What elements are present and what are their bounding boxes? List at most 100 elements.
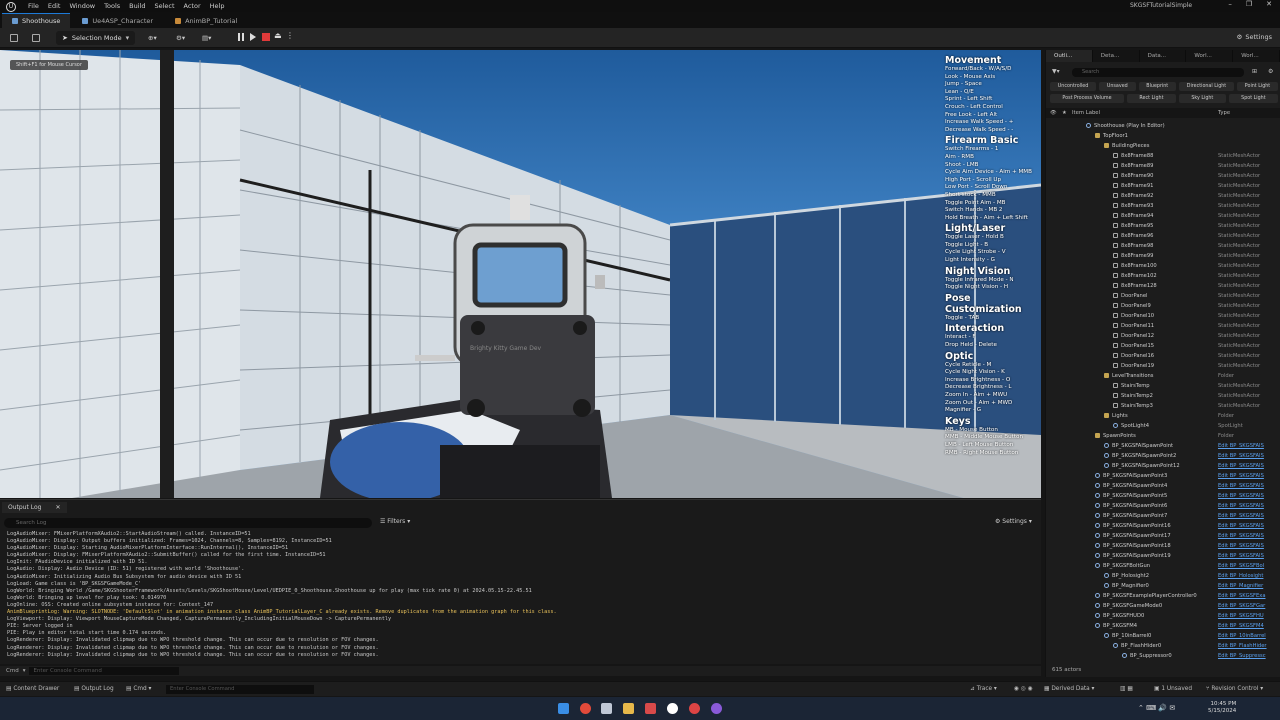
outliner-row[interactable]: BP_Holosight2 Edit BP_Holosight (1046, 571, 1280, 581)
filter-button[interactable]: Rect Light (1126, 94, 1176, 103)
outliner-row[interactable]: DoorPanel19 StaticMeshActor (1046, 361, 1280, 371)
eject-icon[interactable]: ⏏ (274, 31, 284, 41)
revision-control-button[interactable]: ⑂ Revision Control ▾ (1206, 686, 1263, 692)
tab-ue4asp-character[interactable]: Ue4ASP_Character (72, 13, 163, 28)
chrome-icon[interactable] (689, 703, 700, 714)
col-type[interactable]: Type (1218, 110, 1230, 116)
edit-blueprint-link[interactable]: Edit BP_SKGSFAIS (1218, 461, 1264, 471)
filter-button[interactable]: Spot Light (1228, 94, 1278, 103)
edit-blueprint-link[interactable]: Edit BP_FlashHider (1218, 641, 1267, 651)
menu-window[interactable]: Window (69, 2, 95, 10)
add-filter-icon[interactable]: ⊞ (1252, 68, 1257, 75)
outliner-row[interactable]: BP_SKGSFAISpawnPoint7 Edit BP_SKGSFAIS (1046, 511, 1280, 521)
outliner-row[interactable]: BP_SKGSFAISpawnPoint18 Edit BP_SKGSFAIS (1046, 541, 1280, 551)
windows-start-icon[interactable] (558, 703, 569, 714)
edit-blueprint-link[interactable]: Edit BP_SKGSFBol (1218, 561, 1264, 571)
outliner-row[interactable]: 8x8Frame92 StaticMeshActor (1046, 191, 1280, 201)
outliner-row[interactable]: DoorPanel StaticMeshActor (1046, 291, 1280, 301)
settings-button[interactable]: ⚙ Settings (1237, 33, 1273, 41)
outliner-row[interactable]: 8x8Frame93 StaticMeshActor (1046, 201, 1280, 211)
edit-blueprint-link[interactable]: Edit BP_SKGSFHU (1218, 611, 1264, 621)
outliner-row[interactable]: DoorPanel16 StaticMeshActor (1046, 351, 1280, 361)
output-log-button[interactable]: ▤ Output Log (74, 686, 114, 692)
col-item-label[interactable]: Item Label (1072, 110, 1100, 116)
edit-blueprint-link[interactable]: Edit BP_SKGSFAIS (1218, 481, 1264, 491)
unsaved-button[interactable]: ▣ 1 Unsaved (1154, 686, 1192, 692)
cmd-button[interactable]: ▤ Cmd ▾ (126, 686, 151, 692)
outliner-row[interactable]: 8x8Frame99 StaticMeshActor (1046, 251, 1280, 261)
tab-data-layers[interactable]: Data... (1140, 50, 1187, 62)
edit-blueprint-link[interactable]: Edit BP_SKGSFAIS (1218, 551, 1264, 561)
filter-button[interactable]: Directional Light (1178, 82, 1234, 91)
menu-edit[interactable]: Edit (48, 2, 61, 10)
edit-blueprint-link[interactable]: Edit BP_SKGSFAIS (1218, 491, 1264, 501)
outliner-row[interactable]: DoorPanel12 StaticMeshActor (1046, 331, 1280, 341)
close-icon[interactable]: ✕ (1266, 0, 1272, 8)
outliner-row[interactable]: 8x8Frame102 StaticMeshActor (1046, 271, 1280, 281)
filter-button[interactable]: Unsaved (1099, 82, 1136, 91)
outliner-row[interactable]: BP_SKGSFAISpawnPoint6 Edit BP_SKGSFAIS (1046, 501, 1280, 511)
maximize-icon[interactable]: ❐ (1246, 0, 1252, 8)
outliner-row[interactable]: BP_SKGSFAISpawnPoint16 Edit BP_SKGSFAIS (1046, 521, 1280, 531)
edit-blueprint-link[interactable]: Edit BP_SKGSFAIS (1218, 541, 1264, 551)
minimize-icon[interactable]: – (1228, 0, 1232, 8)
outliner-row[interactable]: BP_SKGSFAISpawnPoint12 Edit BP_SKGSFAIS (1046, 461, 1280, 471)
system-clock[interactable]: 10:45 PM 5/15/2024 (1208, 701, 1236, 715)
menu-build[interactable]: Build (129, 2, 145, 10)
outliner-row[interactable]: BP_SKGSFM4 Edit BP_SKGSFM4 (1046, 621, 1280, 631)
tab-animbp-tutorial[interactable]: AnimBP_Tutorial (165, 13, 247, 28)
app-icon[interactable] (645, 703, 656, 714)
log-filters-button[interactable]: ☰ Filters ▾ (380, 518, 410, 525)
outliner-row[interactable]: BP_SKGSFGameMode0 Edit BP_SKGSFGar (1046, 601, 1280, 611)
outliner-row[interactable]: SpawnPoints Folder (1046, 431, 1280, 441)
filter-button[interactable]: Post Process Volume (1050, 94, 1124, 103)
unreal-editor-icon[interactable] (667, 703, 678, 714)
outliner-row[interactable]: BP_SKGSFExamplePlayerController0 Edit BP_… (1046, 591, 1280, 601)
content-browser-button[interactable] (28, 31, 44, 45)
outliner-row[interactable]: BP_SKGSFAISpawnPoint3 Edit BP_SKGSFAIS (1046, 471, 1280, 481)
outliner-row[interactable]: 8x8Frame100 StaticMeshActor (1046, 261, 1280, 271)
outliner-row[interactable]: 8x8Frame95 StaticMeshActor (1046, 221, 1280, 231)
star-icon[interactable]: ★ (1062, 110, 1067, 116)
outliner-row[interactable]: BP_SKGSFAISpawnPoint5 Edit BP_SKGSFAIS (1046, 491, 1280, 501)
outliner-row[interactable]: BP_SKGSFAISpawnPoint17 Edit BP_SKGSFAIS (1046, 531, 1280, 541)
tab-outliner[interactable]: Outli... (1046, 50, 1093, 62)
outliner-row[interactable]: 8x8Frame88 StaticMeshActor (1046, 151, 1280, 161)
edit-blueprint-link[interactable]: Edit BP_SKGSFAIS (1218, 501, 1264, 511)
browser-icon[interactable] (580, 703, 591, 714)
outliner-row[interactable]: DoorPanel11 StaticMeshActor (1046, 321, 1280, 331)
save-button[interactable] (6, 31, 22, 45)
log-search-input[interactable]: Search Log (4, 518, 372, 528)
filter-button[interactable]: Point Light (1237, 82, 1278, 91)
outliner-row[interactable]: BP_Magnifier0 Edit BP_Magnifier (1046, 581, 1280, 591)
outliner-row[interactable]: BP_SKGSFAISpawnPoint2 Edit BP_SKGSFAIS (1046, 451, 1280, 461)
file-explorer-icon[interactable] (623, 703, 634, 714)
tab-world-settings[interactable]: Worl... (1233, 50, 1280, 62)
outliner-row[interactable]: Shoothouse (Play In Editor) (1046, 121, 1280, 131)
outliner-row[interactable]: LevelTransitions Folder (1046, 371, 1280, 381)
selection-mode-dropdown[interactable]: ➤ Selection Mode ▾ (56, 31, 136, 45)
edit-blueprint-link[interactable]: Edit BP_Magnifier (1218, 581, 1263, 591)
log-settings-button[interactable]: ⚙ Settings ▾ (995, 518, 1032, 525)
filter-button[interactable]: Blueprint (1138, 82, 1176, 91)
tab-details[interactable]: Deta... (1093, 50, 1140, 62)
bars-icon[interactable]: ▥ ▦ (1120, 686, 1133, 692)
edit-blueprint-link[interactable]: Edit BP_SKGSFM4 (1218, 621, 1264, 631)
outliner-row[interactable]: 8x8Frame90 StaticMeshActor (1046, 171, 1280, 181)
filter-button[interactable]: Uncontrolled (1050, 82, 1097, 91)
settings-icon[interactable]: ⚙ (1268, 68, 1273, 75)
edit-blueprint-link[interactable]: Edit BP_SKGSFAIS (1218, 511, 1264, 521)
cmd-dropdown[interactable]: Cmd (6, 668, 19, 674)
edit-blueprint-link[interactable]: Edit BP_SKGSFGar (1218, 601, 1265, 611)
pause-icon[interactable] (236, 31, 246, 43)
trace-button[interactable]: ⊿ Trace ▾ (970, 686, 997, 692)
menu-help[interactable]: Help (210, 2, 225, 10)
tab-shoothouse[interactable]: Shoothouse (2, 13, 71, 28)
blueprints-button[interactable]: ⚙▾ (172, 31, 189, 45)
derived-data-button[interactable]: ▦ Derived Data ▾ (1044, 686, 1094, 692)
output-log-tab[interactable]: Output Log ✕ (2, 502, 67, 513)
menu-select[interactable]: Select (154, 2, 174, 10)
console-command-input[interactable]: Enter Console Command (29, 667, 180, 675)
edit-blueprint-link[interactable]: Edit BP_10inBarrel (1218, 631, 1266, 641)
outliner-row[interactable]: 8x8Frame98 StaticMeshActor (1046, 241, 1280, 251)
